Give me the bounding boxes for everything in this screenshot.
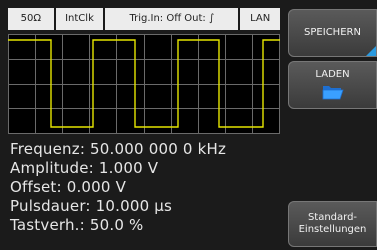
network-indicator[interactable]: LAN	[240, 8, 280, 30]
load-button[interactable]: LADEN	[288, 61, 377, 109]
save-button[interactable]: SPEICHERN	[288, 9, 377, 57]
trigger-indicator[interactable]: Trig.In: Off Out: ∫	[105, 8, 239, 30]
frequency-readout[interactable]: Frequenz: 50.000 000 0 kHz	[10, 140, 280, 159]
generator-screen: 50Ω IntClk Trig.In: Off Out: ∫ LAN Frequ…	[0, 0, 377, 250]
clock-source-indicator[interactable]: IntClk	[55, 8, 104, 30]
default-settings-button[interactable]: Standard- Einstellungen	[288, 201, 377, 247]
folder-open-icon	[322, 86, 344, 100]
amplitude-readout[interactable]: Amplitude: 1.000 V	[10, 159, 280, 178]
duty-cycle-readout[interactable]: Tastverh.: 50.0 %	[10, 216, 280, 235]
status-bar: 50Ω IntClk Trig.In: Off Out: ∫ LAN	[8, 8, 280, 30]
default-settings-label-line1: Standard-	[307, 212, 358, 223]
parameter-readouts: Frequenz: 50.000 000 0 kHz Amplitude: 1.…	[10, 140, 280, 235]
load-button-label: LADEN	[315, 69, 350, 80]
save-button-label: SPEICHERN	[304, 27, 361, 38]
waveform-plot	[8, 34, 280, 134]
offset-readout[interactable]: Offset: 0.000 V	[10, 178, 280, 197]
waveform-display	[8, 34, 280, 134]
pulse-width-readout[interactable]: Pulsdauer: 10.000 µs	[10, 197, 280, 216]
submenu-indicator-icon	[366, 46, 376, 56]
default-settings-label-line2: Einstellungen	[298, 224, 367, 235]
impedance-indicator[interactable]: 50Ω	[8, 8, 54, 30]
